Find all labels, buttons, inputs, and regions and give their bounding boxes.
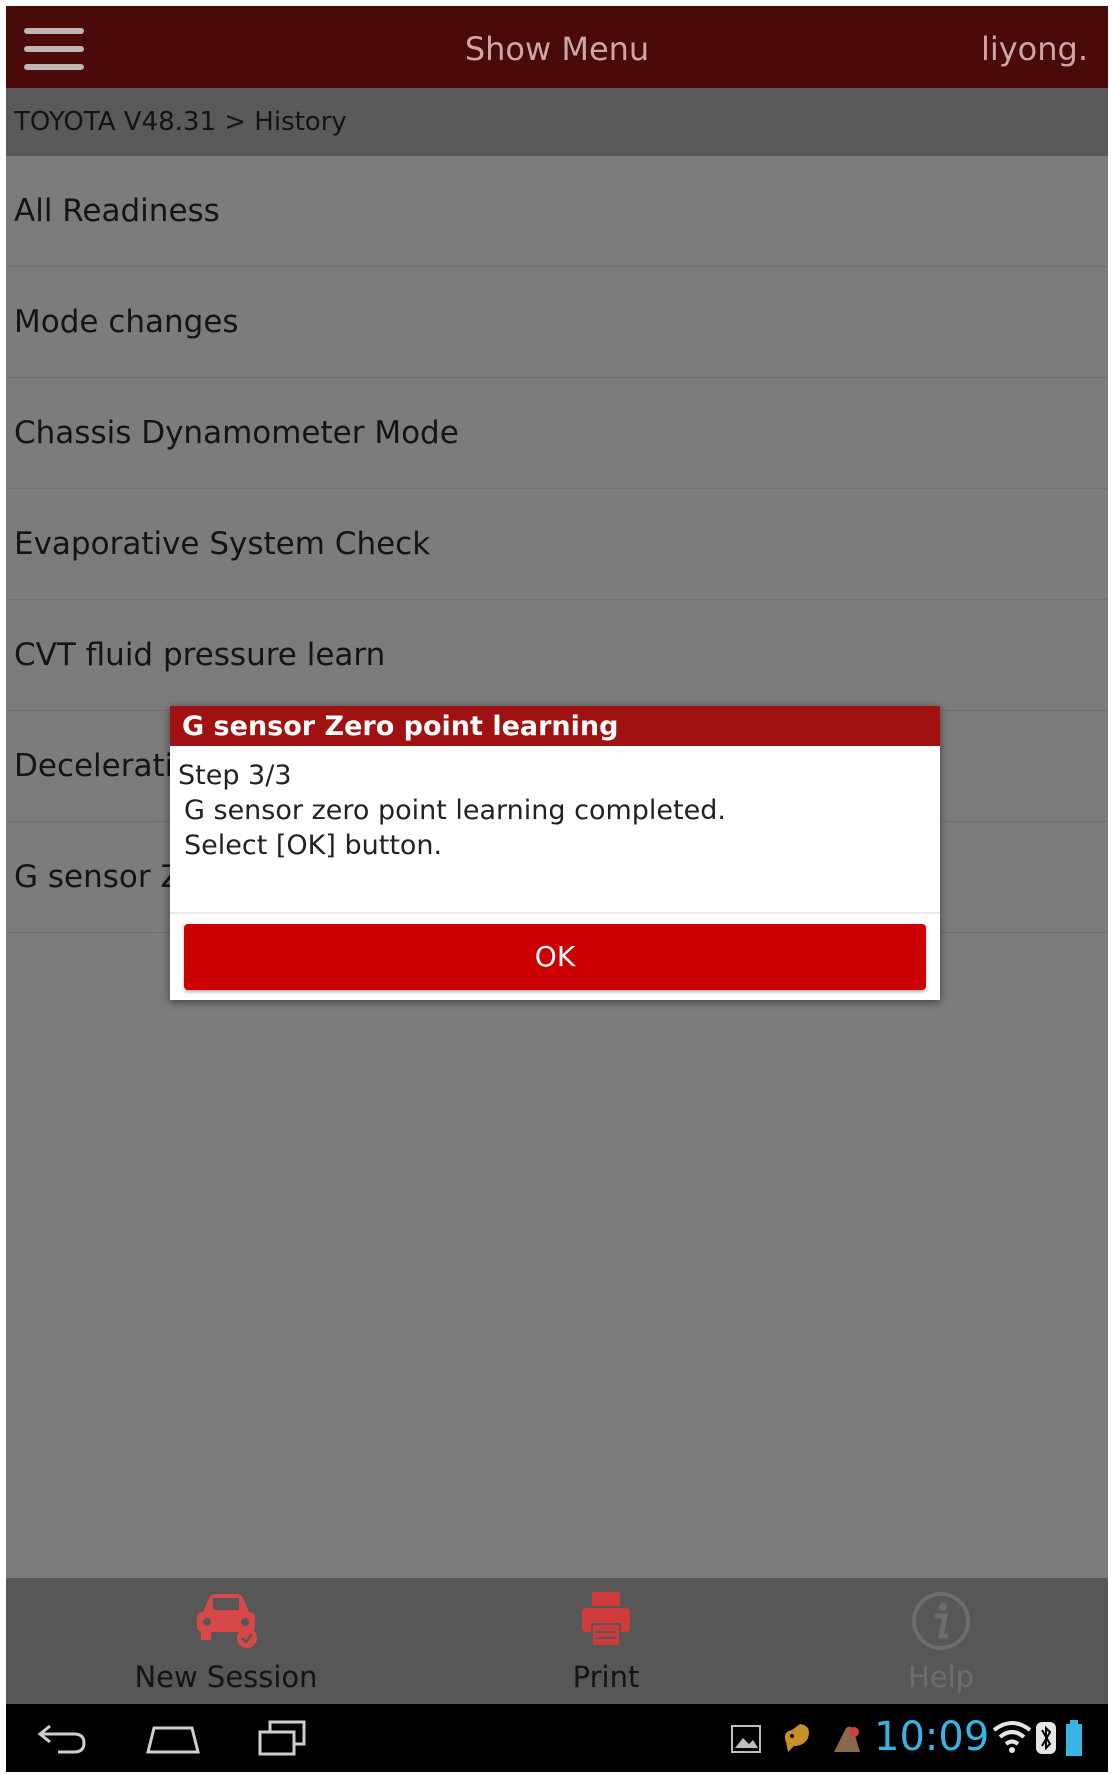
breadcrumb: TOYOTA V48.31 > History (6, 88, 1108, 156)
back-icon[interactable] (36, 1720, 88, 1756)
dialog-step: Step 3/3 (178, 760, 292, 791)
bottom-toolbar: New Session Print Help (6, 1578, 1108, 1704)
ok-button[interactable]: OK (184, 924, 926, 990)
list-item-all-readiness[interactable]: All Readiness (6, 156, 1108, 267)
list-item-chassis-dynamometer-mode[interactable]: Chassis Dynamometer Mode (6, 378, 1108, 489)
gallery-icon (731, 1725, 761, 1753)
wifi-icon (992, 1721, 1032, 1753)
notification-icon (834, 1726, 860, 1752)
help-label: Help (907, 1660, 975, 1694)
top-bar: Show Menu liyong. (6, 6, 1108, 88)
dialog-line-instruction: Select [OK] button. (184, 830, 443, 861)
new-session-button[interactable]: New Session (66, 1578, 386, 1704)
user-name[interactable]: liyong. (981, 30, 1088, 68)
list-item-evaporative-system-check[interactable]: Evaporative System Check (6, 489, 1108, 600)
system-nav-bar: 10:09 (6, 1704, 1108, 1772)
battery-icon (1066, 1720, 1082, 1756)
print-label: Print (572, 1660, 640, 1694)
show-menu-title[interactable]: Show Menu (6, 30, 1108, 68)
recent-apps-icon[interactable] (256, 1718, 308, 1758)
new-session-label: New Session (134, 1660, 318, 1694)
help-button[interactable]: Help (806, 1578, 1076, 1704)
dialog-divider (170, 912, 940, 914)
dialog-title: G sensor Zero point learning (170, 706, 940, 746)
info-icon (912, 1592, 970, 1650)
list-item-mode-changes[interactable]: Mode changes (6, 267, 1108, 378)
dialog-line-completed: G sensor zero point learning completed. (184, 795, 726, 826)
list-item-cvt-fluid-pressure-learn[interactable]: CVT fluid pressure learn (6, 600, 1108, 711)
home-icon[interactable] (144, 1720, 202, 1756)
g-sensor-dialog: G sensor Zero point learning Step 3/3 G … (170, 706, 940, 1000)
car-icon (197, 1594, 257, 1648)
app-screen: Show Menu liyong. TOYOTA V48.31 > Histor… (6, 6, 1108, 1772)
printer-icon (582, 1592, 630, 1647)
bluetooth-icon (1036, 1722, 1056, 1754)
print-button[interactable]: Print (446, 1578, 766, 1704)
squirrel-icon (784, 1724, 809, 1752)
dialog-message: Step 3/3 G sensor zero point learning co… (178, 758, 726, 863)
status-clock: 10:09 (874, 1714, 990, 1760)
